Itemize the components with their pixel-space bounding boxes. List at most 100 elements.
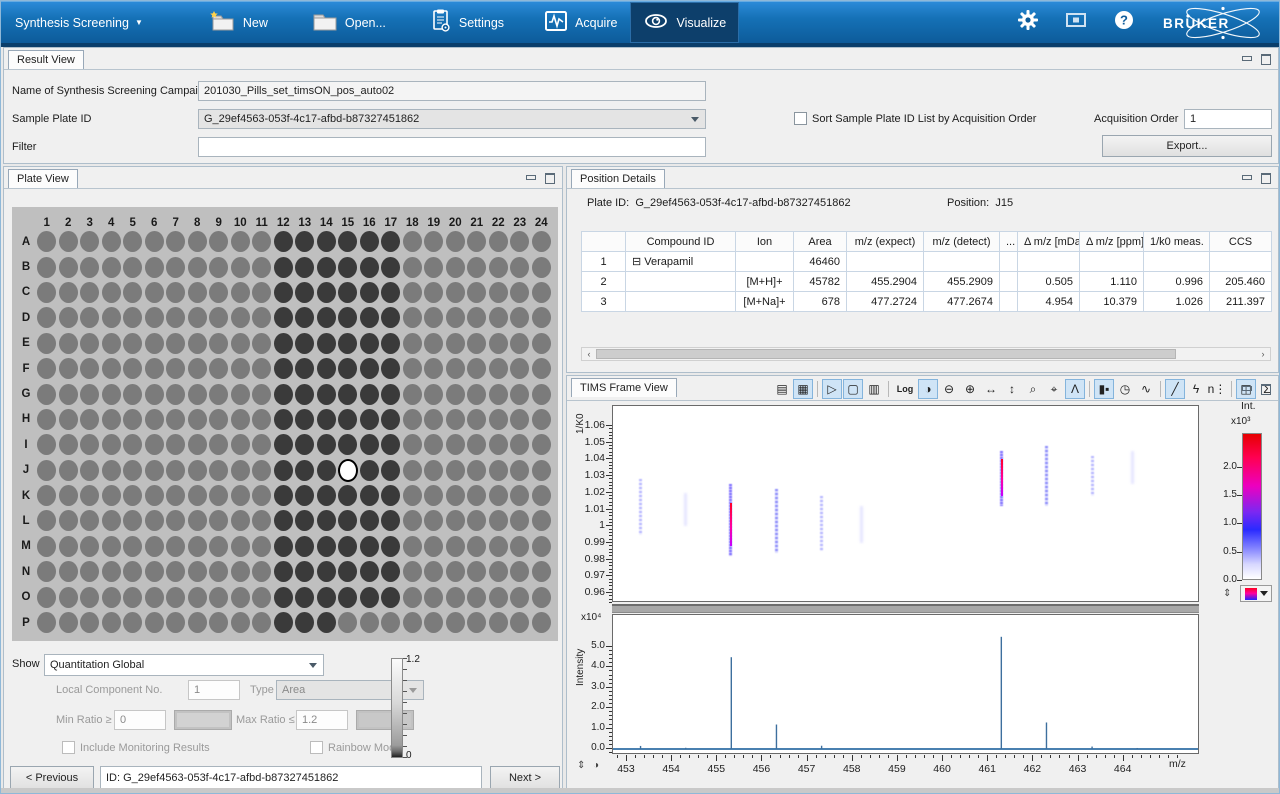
well-M9[interactable] [209, 536, 228, 557]
well-L18[interactable] [403, 510, 422, 531]
well-B8[interactable] [188, 257, 207, 278]
well-K1[interactable] [37, 485, 56, 506]
column-header[interactable]: Δ m/z [mDa] [1018, 232, 1080, 252]
well-L17[interactable] [381, 510, 400, 531]
well-L10[interactable] [231, 510, 250, 531]
well-F1[interactable] [37, 358, 56, 379]
result-view-tab[interactable]: Result View [8, 50, 84, 69]
well-D22[interactable] [489, 307, 508, 328]
well-J6[interactable] [145, 460, 164, 481]
column-header[interactable] [582, 232, 626, 252]
well-E15[interactable] [338, 333, 357, 354]
well-G2[interactable] [59, 384, 78, 405]
well-G19[interactable] [424, 384, 443, 405]
well-P13[interactable] [295, 612, 314, 633]
column-header[interactable]: CCS [1210, 232, 1272, 252]
well-L20[interactable] [446, 510, 465, 531]
well-E14[interactable] [317, 333, 336, 354]
well-D5[interactable] [123, 307, 142, 328]
well-F14[interactable] [317, 358, 336, 379]
well-K19[interactable] [424, 485, 443, 506]
well-N11[interactable] [252, 561, 271, 582]
smoothing-icon[interactable]: ∿ [1136, 379, 1156, 399]
well-M23[interactable] [510, 536, 529, 557]
well-I7[interactable] [166, 434, 185, 455]
well-M4[interactable] [102, 536, 121, 557]
include-monitoring-checkbox[interactable]: Include Monitoring Results [62, 741, 210, 754]
well-G6[interactable] [145, 384, 164, 405]
well-J5[interactable] [123, 460, 142, 481]
well-J21[interactable] [467, 460, 486, 481]
well-I16[interactable] [360, 434, 379, 455]
well-D16[interactable] [360, 307, 379, 328]
well-D20[interactable] [446, 307, 465, 328]
well-F11[interactable] [252, 358, 271, 379]
well-G14[interactable] [317, 384, 336, 405]
column-header[interactable]: Compound ID [626, 232, 736, 252]
well-O5[interactable] [123, 587, 142, 608]
well-O1[interactable] [37, 587, 56, 608]
well-M21[interactable] [467, 536, 486, 557]
minimize-icon[interactable] [525, 172, 535, 182]
well-B9[interactable] [209, 257, 228, 278]
well-J23[interactable] [510, 460, 529, 481]
colorbar-expand-icon[interactable]: ⇕ [1223, 588, 1231, 599]
well-N1[interactable] [37, 561, 56, 582]
well-E2[interactable] [59, 333, 78, 354]
well-I3[interactable] [80, 434, 99, 455]
well-B1[interactable] [37, 257, 56, 278]
well-K9[interactable] [209, 485, 228, 506]
minimize-icon[interactable] [1241, 172, 1251, 182]
acquisition-order-field[interactable]: 1 [1184, 109, 1272, 129]
well-D6[interactable] [145, 307, 164, 328]
well-G21[interactable] [467, 384, 486, 405]
well-D19[interactable] [424, 307, 443, 328]
min-ratio-field[interactable]: 0 [114, 710, 166, 730]
well-J17[interactable] [381, 460, 400, 481]
well-L6[interactable] [145, 510, 164, 531]
well-L15[interactable] [338, 510, 357, 531]
well-H8[interactable] [188, 409, 207, 430]
well-P14[interactable] [317, 612, 336, 633]
well-D9[interactable] [209, 307, 228, 328]
well-K22[interactable] [489, 485, 508, 506]
well-P10[interactable] [231, 612, 250, 633]
well-D21[interactable] [467, 307, 486, 328]
axis-mode-icon[interactable]: ◑ [593, 760, 599, 771]
well-N5[interactable] [123, 561, 142, 582]
well-G5[interactable] [123, 384, 142, 405]
well-D12[interactable] [274, 307, 293, 328]
peak-detect-icon[interactable]: Λ [1065, 379, 1085, 399]
well-A19[interactable] [424, 231, 443, 252]
well-C8[interactable] [188, 282, 207, 303]
well-A24[interactable] [532, 231, 551, 252]
colormap-select-button[interactable] [1240, 585, 1272, 602]
well-C13[interactable] [295, 282, 314, 303]
well-C11[interactable] [252, 282, 271, 303]
well-O15[interactable] [338, 587, 357, 608]
well-C19[interactable] [424, 282, 443, 303]
well-N7[interactable] [166, 561, 185, 582]
well-N20[interactable] [446, 561, 465, 582]
well-K2[interactable] [59, 485, 78, 506]
well-A22[interactable] [489, 231, 508, 252]
well-I23[interactable] [510, 434, 529, 455]
well-K13[interactable] [295, 485, 314, 506]
well-P1[interactable] [37, 612, 56, 633]
well-C10[interactable] [231, 282, 250, 303]
well-H20[interactable] [446, 409, 465, 430]
well-B14[interactable] [317, 257, 336, 278]
well-C22[interactable] [489, 282, 508, 303]
well-G4[interactable] [102, 384, 121, 405]
well-M24[interactable] [532, 536, 551, 557]
help-icon[interactable]: ? [1113, 9, 1135, 36]
well-K5[interactable] [123, 485, 142, 506]
well-H5[interactable] [123, 409, 142, 430]
well-J3[interactable] [80, 460, 99, 481]
well-O17[interactable] [381, 587, 400, 608]
well-F24[interactable] [532, 358, 551, 379]
well-P11[interactable] [252, 612, 271, 633]
well-H1[interactable] [37, 409, 56, 430]
well-N8[interactable] [188, 561, 207, 582]
well-P4[interactable] [102, 612, 121, 633]
